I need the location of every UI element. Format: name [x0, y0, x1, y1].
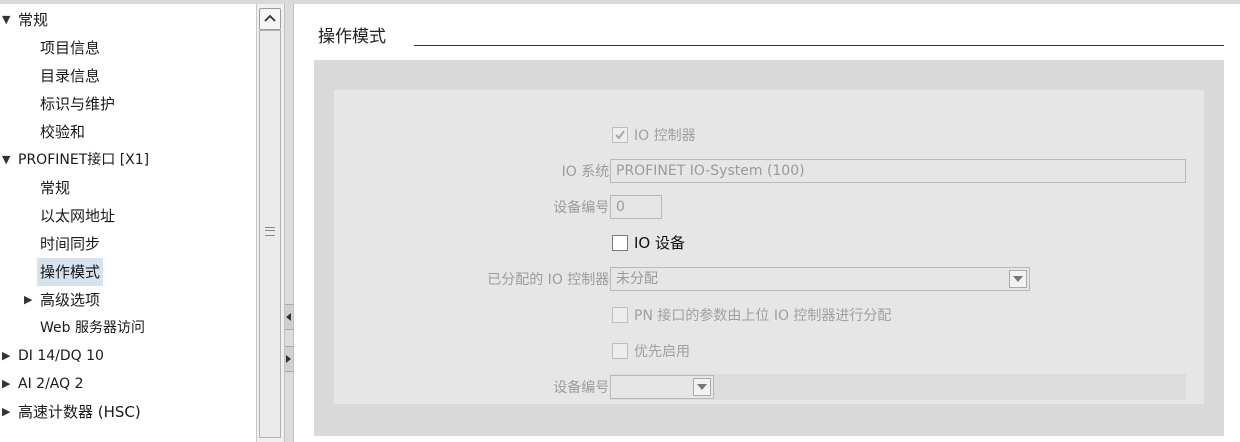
scroll-thumb[interactable]	[259, 30, 281, 438]
io-system-row: IO 系统: PROFINET IO-System (100)	[334, 158, 1204, 184]
device-number-label: 设备编号:	[553, 200, 614, 216]
nav-item-label: 常规	[40, 179, 71, 197]
assigned-controller-label: 已分配的 IO 控制器:	[487, 272, 614, 288]
io-system-value: PROFINET IO-System (100)	[616, 163, 805, 179]
scroll-up-button[interactable]	[259, 8, 281, 30]
title-underline	[414, 45, 1224, 46]
chevron-up-icon	[264, 14, 276, 22]
priority-row: 优先启用	[334, 338, 1204, 364]
expand-right-icon[interactable]: ▶	[2, 370, 10, 398]
nav-item[interactable]: Web 服务器访问	[0, 314, 256, 342]
grip-icon	[265, 227, 275, 236]
nav-item[interactable]: 标识与维护	[0, 90, 256, 118]
expand-right-icon[interactable]: ▶	[2, 398, 10, 426]
device-number-row: 设备编号: 0	[334, 194, 1204, 220]
nav-item[interactable]: 时间同步	[0, 230, 256, 258]
nav-item-label: 时间同步	[40, 235, 101, 253]
pn-param-row: PN 接口的参数由上位 IO 控制器进行分配	[334, 302, 1204, 328]
nav-item-label: PROFINET接口 [X1]	[18, 152, 150, 168]
pane-splitter[interactable]	[284, 4, 294, 442]
operation-mode-group: IO 控制器 IO 系统: PROFINET IO-System (100) 设…	[334, 90, 1204, 404]
nav-item-label: 常规	[18, 11, 49, 29]
nav-item-label: 标识与维护	[40, 95, 116, 113]
device-number2-select[interactable]	[610, 375, 714, 399]
expand-right-button[interactable]	[285, 346, 293, 372]
assigned-controller-select[interactable]: 未分配	[610, 267, 1030, 291]
nav-item-label: 高速计数器 (HSC)	[18, 403, 141, 421]
expand-down-icon[interactable]: ▼	[2, 146, 10, 174]
nav-item[interactable]: ▶ 高速计数器 (HSC)	[0, 398, 256, 426]
section-title: 操作模式	[318, 27, 386, 47]
expand-down-icon[interactable]: ▼	[2, 6, 10, 34]
nav-item[interactable]: 以太网地址	[0, 202, 256, 230]
io-controller-label: IO 控制器	[634, 128, 696, 144]
nav-item[interactable]: ▼ PROFINET接口 [X1]	[0, 146, 256, 174]
nav-item[interactable]: 操作模式	[0, 258, 256, 286]
expand-right-icon[interactable]: ▶	[24, 286, 32, 314]
nav-item-label: Web 服务器访问	[40, 320, 145, 336]
nav-scrollbar[interactable]	[256, 4, 284, 442]
nav-item-label: 高级选项	[40, 291, 101, 309]
operation-mode-panel: IO 控制器 IO 系统: PROFINET IO-System (100) 设…	[314, 60, 1224, 436]
triangle-right-icon	[286, 355, 291, 363]
nav-item-label: 以太网地址	[40, 207, 116, 225]
nav-item-label: AI 2/AQ 2	[18, 376, 84, 392]
nav-item[interactable]: ▶ AI 2/AQ 2	[0, 370, 256, 398]
nav-item-label: 操作模式	[37, 258, 104, 286]
expand-right-icon[interactable]: ▶	[2, 342, 10, 370]
nav-item[interactable]: 校验和	[0, 118, 256, 146]
chevron-down-icon	[697, 384, 707, 390]
nav-item-label: DI 14/DQ 10	[18, 348, 104, 364]
triangle-left-icon	[286, 313, 291, 321]
device-number-value: 0	[616, 199, 625, 215]
navigation-tree: ▼ 常规 项目信息 目录信息 标识与维护 校验和 ▼ PROFINET接口 [X1] 常规 以太网…	[0, 4, 256, 442]
io-system-label: IO 系统:	[561, 164, 614, 180]
io-device-row: IO 设备	[334, 230, 1204, 256]
io-controller-row: IO 控制器	[334, 122, 1204, 148]
priority-checkbox[interactable]	[612, 343, 628, 359]
io-system-field[interactable]: PROFINET IO-System (100)	[610, 159, 1186, 183]
nav-item[interactable]: 项目信息	[0, 34, 256, 62]
assigned-controller-value: 未分配	[616, 271, 658, 287]
nav-item-label: 校验和	[40, 123, 86, 141]
checkmark-icon	[615, 130, 625, 140]
io-device-label: IO 设备	[634, 234, 685, 252]
priority-label: 优先启用	[634, 344, 690, 360]
device-number2-dropdown-button[interactable]	[693, 378, 711, 396]
nav-item[interactable]: ▶ DI 14/DQ 10	[0, 342, 256, 370]
pn-param-label: PN 接口的参数由上位 IO 控制器进行分配	[634, 308, 892, 324]
device-number2-label: 设备编号:	[553, 380, 614, 396]
nav-item-label: 项目信息	[40, 39, 101, 57]
pn-param-checkbox[interactable]	[612, 307, 628, 323]
collapse-left-button[interactable]	[285, 304, 293, 330]
nav-item-label: 目录信息	[40, 67, 101, 85]
chevron-down-icon	[1013, 276, 1023, 282]
assigned-controller-row: 已分配的 IO 控制器: 未分配	[334, 266, 1204, 292]
nav-item[interactable]: 常规	[0, 174, 256, 202]
properties-content: 操作模式 IO 控制器 IO 系统: PROFINET IO-System (1…	[294, 4, 1240, 442]
io-controller-checkbox[interactable]	[612, 127, 628, 143]
nav-item[interactable]: ▼ 常规	[0, 6, 256, 34]
nav-item[interactable]: 目录信息	[0, 62, 256, 90]
io-device-checkbox[interactable]	[612, 235, 628, 251]
device-number-field[interactable]: 0	[610, 195, 662, 219]
nav-item[interactable]: ▶ 高级选项	[0, 286, 256, 314]
device-number2-row: 设备编号:	[334, 374, 1204, 400]
assigned-controller-dropdown-button[interactable]	[1009, 270, 1027, 288]
